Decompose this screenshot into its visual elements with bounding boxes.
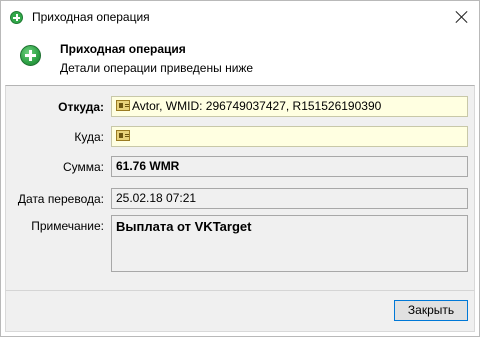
from-field[interactable]: Avtor, WMID: 296749037427, R151526190390 bbox=[111, 96, 468, 117]
add-icon bbox=[10, 11, 23, 24]
note-field[interactable]: Выплата от VKTarget bbox=[111, 215, 468, 272]
dialog-footer: Закрыть bbox=[5, 290, 475, 332]
wallet-id-icon bbox=[116, 100, 130, 112]
to-field[interactable] bbox=[111, 126, 468, 147]
add-green-icon bbox=[20, 45, 41, 66]
wallet-id-icon bbox=[116, 130, 130, 142]
operation-details: Откуда: Avtor, WMID: 296749037427, R1515… bbox=[5, 85, 475, 290]
window-title: Приходная операция bbox=[32, 10, 150, 24]
window-close-button[interactable] bbox=[445, 2, 479, 32]
dialog-window: Приходная операция Приходная операция Де… bbox=[0, 0, 480, 337]
amount-label: Сумма: bbox=[62, 160, 104, 174]
title-bar[interactable]: Приходная операция bbox=[1, 1, 479, 33]
date-field[interactable]: 25.02.18 07:21 bbox=[111, 188, 468, 209]
from-value: Avtor, WMID: 296749037427, R151526190390 bbox=[132, 99, 382, 113]
date-label: Дата перевода: bbox=[17, 192, 104, 206]
from-label: Откуда: bbox=[58, 100, 104, 114]
dialog-header: Приходная операция Детали операции приве… bbox=[5, 33, 475, 85]
note-label: Примечание: bbox=[31, 219, 104, 233]
header-subtitle: Детали операции приведены ниже bbox=[60, 61, 254, 75]
header-title: Приходная операция bbox=[60, 42, 186, 56]
amount-field[interactable]: 61.76 WMR bbox=[111, 156, 468, 177]
close-button[interactable]: Закрыть bbox=[394, 300, 468, 321]
to-label: Куда: bbox=[74, 130, 104, 144]
